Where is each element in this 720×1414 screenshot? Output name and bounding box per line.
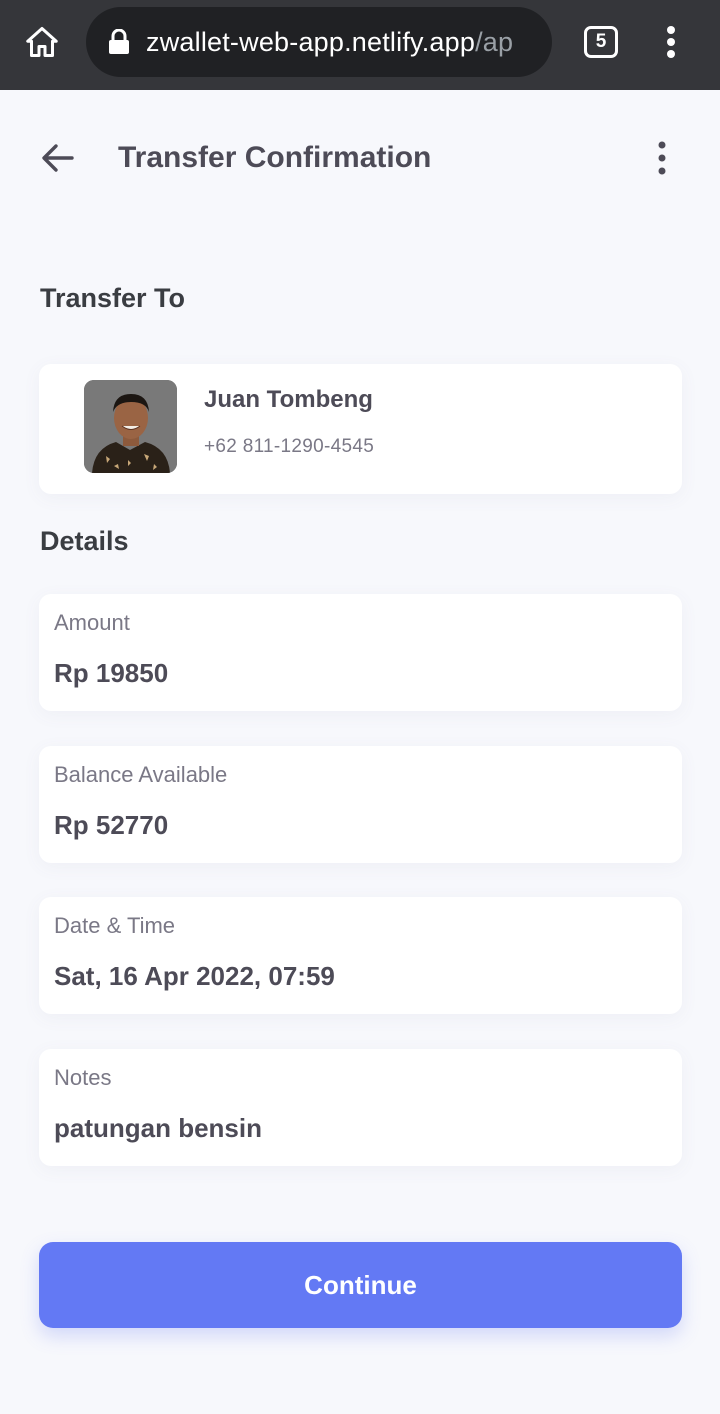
- browser-menu-icon[interactable]: [656, 22, 686, 62]
- address-bar[interactable]: zwallet-web-app.netlify.app/ap: [86, 7, 552, 77]
- recipient-phone: +62 811-1290-4545: [204, 436, 375, 457]
- url-path: /ap: [475, 27, 514, 57]
- detail-label: Amount: [54, 610, 130, 635]
- detail-card-notes: Notes patungan bensin: [39, 1049, 682, 1166]
- detail-label: Balance Available: [54, 762, 228, 787]
- transfer-to-heading: Transfer To: [40, 283, 186, 313]
- detail-value: Sat, 16 Apr 2022, 07:59: [54, 961, 335, 991]
- page-header: Transfer Confirmation: [0, 90, 720, 230]
- url-host: zwallet-web-app.netlify.app: [146, 27, 476, 57]
- lock-icon: [108, 28, 130, 55]
- detail-card-amount: Amount Rp 19850: [39, 594, 682, 711]
- recipient-card: Juan Tombeng +62 811-1290-4545: [39, 364, 682, 494]
- more-options-icon[interactable]: [648, 138, 676, 178]
- detail-card-balance: Balance Available Rp 52770: [39, 746, 682, 863]
- continue-button[interactable]: Continue: [39, 1242, 682, 1328]
- browser-toolbar: zwallet-web-app.netlify.app/ap 5: [0, 0, 720, 90]
- page-title: Transfer Confirmation: [118, 141, 432, 174]
- url-text: zwallet-web-app.netlify.app/ap: [146, 7, 544, 77]
- detail-value: patungan bensin: [54, 1113, 262, 1143]
- detail-label: Date & Time: [54, 913, 176, 938]
- details-heading: Details: [40, 526, 129, 556]
- home-icon[interactable]: [22, 22, 62, 62]
- recipient-name: Juan Tombeng: [204, 386, 373, 413]
- detail-value: Rp 19850: [54, 658, 169, 688]
- detail-card-datetime: Date & Time Sat, 16 Apr 2022, 07:59: [39, 897, 682, 1014]
- avatar: [84, 380, 177, 473]
- tab-switcher-button[interactable]: 5: [584, 26, 618, 58]
- detail-label: Notes: [54, 1065, 112, 1090]
- detail-value: Rp 52770: [54, 810, 169, 840]
- back-arrow-icon[interactable]: [38, 138, 82, 178]
